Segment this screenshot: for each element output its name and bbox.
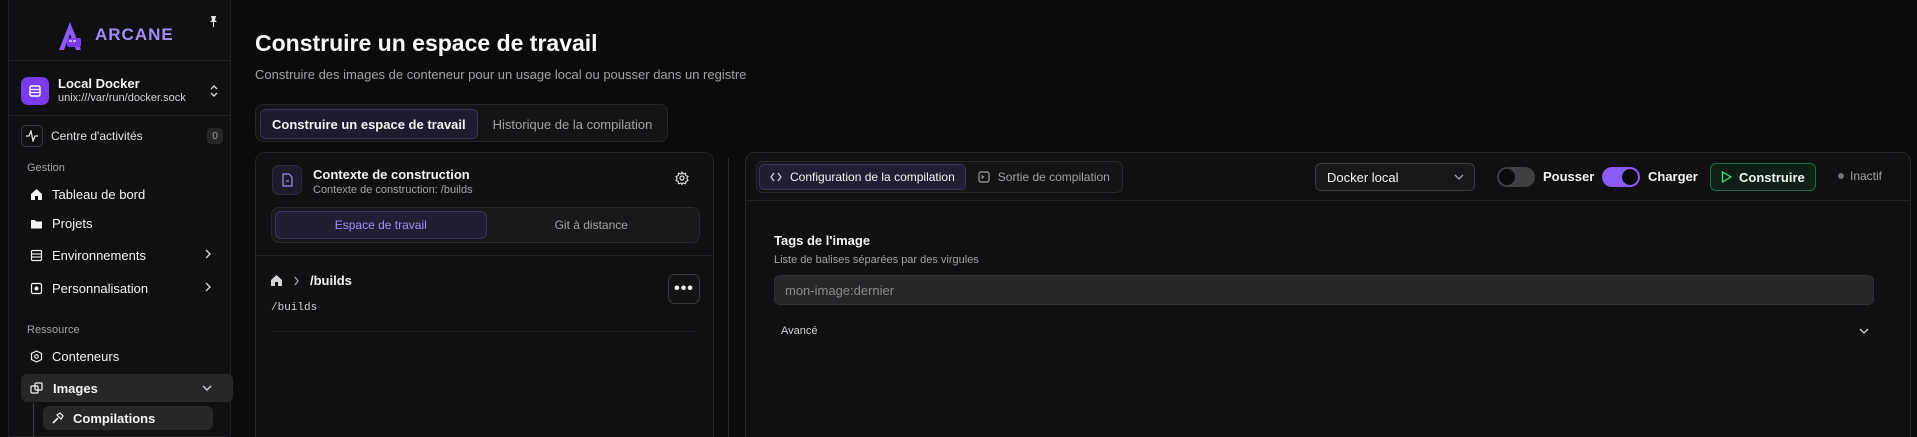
sidebar-item-label: Compilations [73, 410, 156, 426]
chevron-down-icon[interactable] [1859, 327, 1869, 335]
load-toggle[interactable] [1602, 167, 1640, 187]
activity-label: Centre d'activités [51, 129, 143, 143]
sidebar-item-label: Environnements [52, 247, 146, 263]
home-icon [31, 188, 42, 200]
folder-icon [31, 219, 42, 228]
push-label: Pousser [1543, 169, 1595, 184]
activity-count-badge: 0 [207, 128, 223, 144]
code-icon [770, 172, 782, 182]
tags-label: Tags de l'image [774, 233, 871, 248]
breadcrumb: /builds [270, 273, 352, 288]
sidebar-item-builds[interactable]: Compilations [43, 406, 213, 430]
tab-build-config[interactable]: Configuration de la compilation [759, 164, 966, 190]
tab-label: Configuration de la compilation [790, 170, 955, 184]
context-source-toggle: Espace de travail Git à distance [271, 207, 700, 243]
chevron-right-icon [205, 249, 211, 259]
tab-build-output[interactable]: Sortie de compilation [968, 164, 1120, 190]
play-icon [1721, 171, 1732, 183]
chevron-right-icon [205, 282, 211, 292]
build-button[interactable]: Construire [1710, 163, 1816, 191]
context-title: Contexte de construction [313, 167, 470, 182]
environment-name: Local Docker [58, 76, 140, 91]
brand-logo[interactable]: ARCANE [53, 18, 174, 52]
toggle-knob [1622, 169, 1638, 185]
sidebar-item-label: Personnalisation [52, 280, 149, 296]
activity-icon [21, 125, 43, 147]
file-icon [272, 165, 302, 195]
submenu-line [33, 403, 34, 437]
source-workspace-button[interactable]: Espace de travail [275, 211, 487, 239]
context-subtitle: Contexte de construction: /builds [313, 184, 473, 196]
source-git-button[interactable]: Git à distance [487, 211, 697, 239]
panel-divider [746, 200, 1910, 201]
sidebar-item-images[interactable]: Images [21, 374, 233, 402]
breadcrumb-path[interactable]: /builds [310, 273, 352, 288]
brand-name: ARCANE [95, 25, 174, 44]
status-text: Inactif [1850, 169, 1883, 183]
sidebar-item-containers[interactable]: Conteneurs [21, 342, 233, 370]
build-context-panel: Contexte de construction Contexte de con… [255, 152, 714, 437]
tab-label: Sortie de compilation [997, 170, 1110, 184]
home-icon[interactable] [270, 274, 283, 287]
sidebar: ARCANE Local Docker unix:///var/run/dock… [8, 0, 233, 437]
layers-icon [30, 381, 43, 394]
advanced-section-toggle[interactable]: Avancé [781, 325, 818, 337]
sidebar-item-dashboard[interactable]: Tableau de bord [21, 180, 233, 208]
chevron-down-icon [1454, 174, 1464, 180]
group-label-resource: Ressource [27, 324, 80, 336]
terminal-icon [978, 171, 990, 183]
activity-center[interactable]: Centre d'activités 0 [21, 124, 225, 148]
push-toggle[interactable] [1497, 167, 1535, 187]
tags-hint: Liste de balises séparées par des virgul… [774, 254, 979, 266]
arcane-logo-icon [59, 22, 81, 50]
pin-icon[interactable] [207, 15, 220, 28]
environment-switcher[interactable]: Local Docker unix:///var/run/docker.sock [21, 74, 221, 108]
database-icon [30, 249, 43, 261]
current-path: /builds [271, 302, 318, 314]
sidebar-item-projects[interactable]: Projets [21, 209, 233, 237]
tab-build-workspace[interactable]: Construire un espace de travail [260, 109, 478, 139]
more-options-button[interactable]: ••• [668, 274, 700, 304]
sidebar-item-environments[interactable]: Environnements [21, 241, 233, 269]
build-target-select[interactable]: Docker local [1315, 163, 1475, 191]
chevron-up-down-icon [210, 85, 218, 97]
group-label-management: Gestion [27, 162, 65, 174]
tab-build-history[interactable]: Historique de la compilation [482, 109, 664, 139]
settings-sliders-icon [30, 282, 43, 294]
panel-divider [256, 255, 713, 256]
panel-divider [271, 331, 698, 332]
page-subtitle: Construire des images de conteneur pour … [255, 67, 747, 82]
environment-socket: unix:///var/run/docker.sock [58, 92, 186, 104]
chevron-down-icon [202, 385, 212, 391]
toggle-knob [1499, 169, 1515, 185]
page-title: Construire un espace de travail [255, 30, 598, 56]
sidebar-item-label: Conteneurs [52, 348, 120, 364]
build-button-label: Construire [1739, 169, 1805, 185]
sidebar-divider [9, 115, 230, 116]
sidebar-divider [9, 60, 230, 61]
server-icon [21, 77, 49, 105]
build-config-panel: Configuration de la compilation Sortie d… [745, 152, 1911, 437]
sidebar-item-label: Tableau de bord [52, 186, 146, 202]
build-status: Inactif [1838, 169, 1882, 183]
page-tabs: Construire un espace de travail Historiq… [255, 104, 669, 142]
sidebar-item-label: Projets [52, 215, 93, 231]
chevron-right-icon [294, 276, 299, 285]
config-tabs: Configuration de la compilation Sortie d… [756, 161, 1123, 193]
sidebar-item-customization[interactable]: Personnalisation [21, 274, 233, 302]
status-dot [1838, 173, 1844, 179]
hammer-icon [52, 411, 64, 424]
resize-handle[interactable] [728, 158, 729, 437]
container-icon [30, 349, 43, 363]
sidebar-item-label: Images [53, 380, 98, 396]
gear-icon[interactable] [675, 171, 689, 185]
tags-input[interactable] [774, 275, 1874, 305]
load-label: Charger [1648, 169, 1698, 184]
select-value: Docker local [1327, 169, 1399, 185]
